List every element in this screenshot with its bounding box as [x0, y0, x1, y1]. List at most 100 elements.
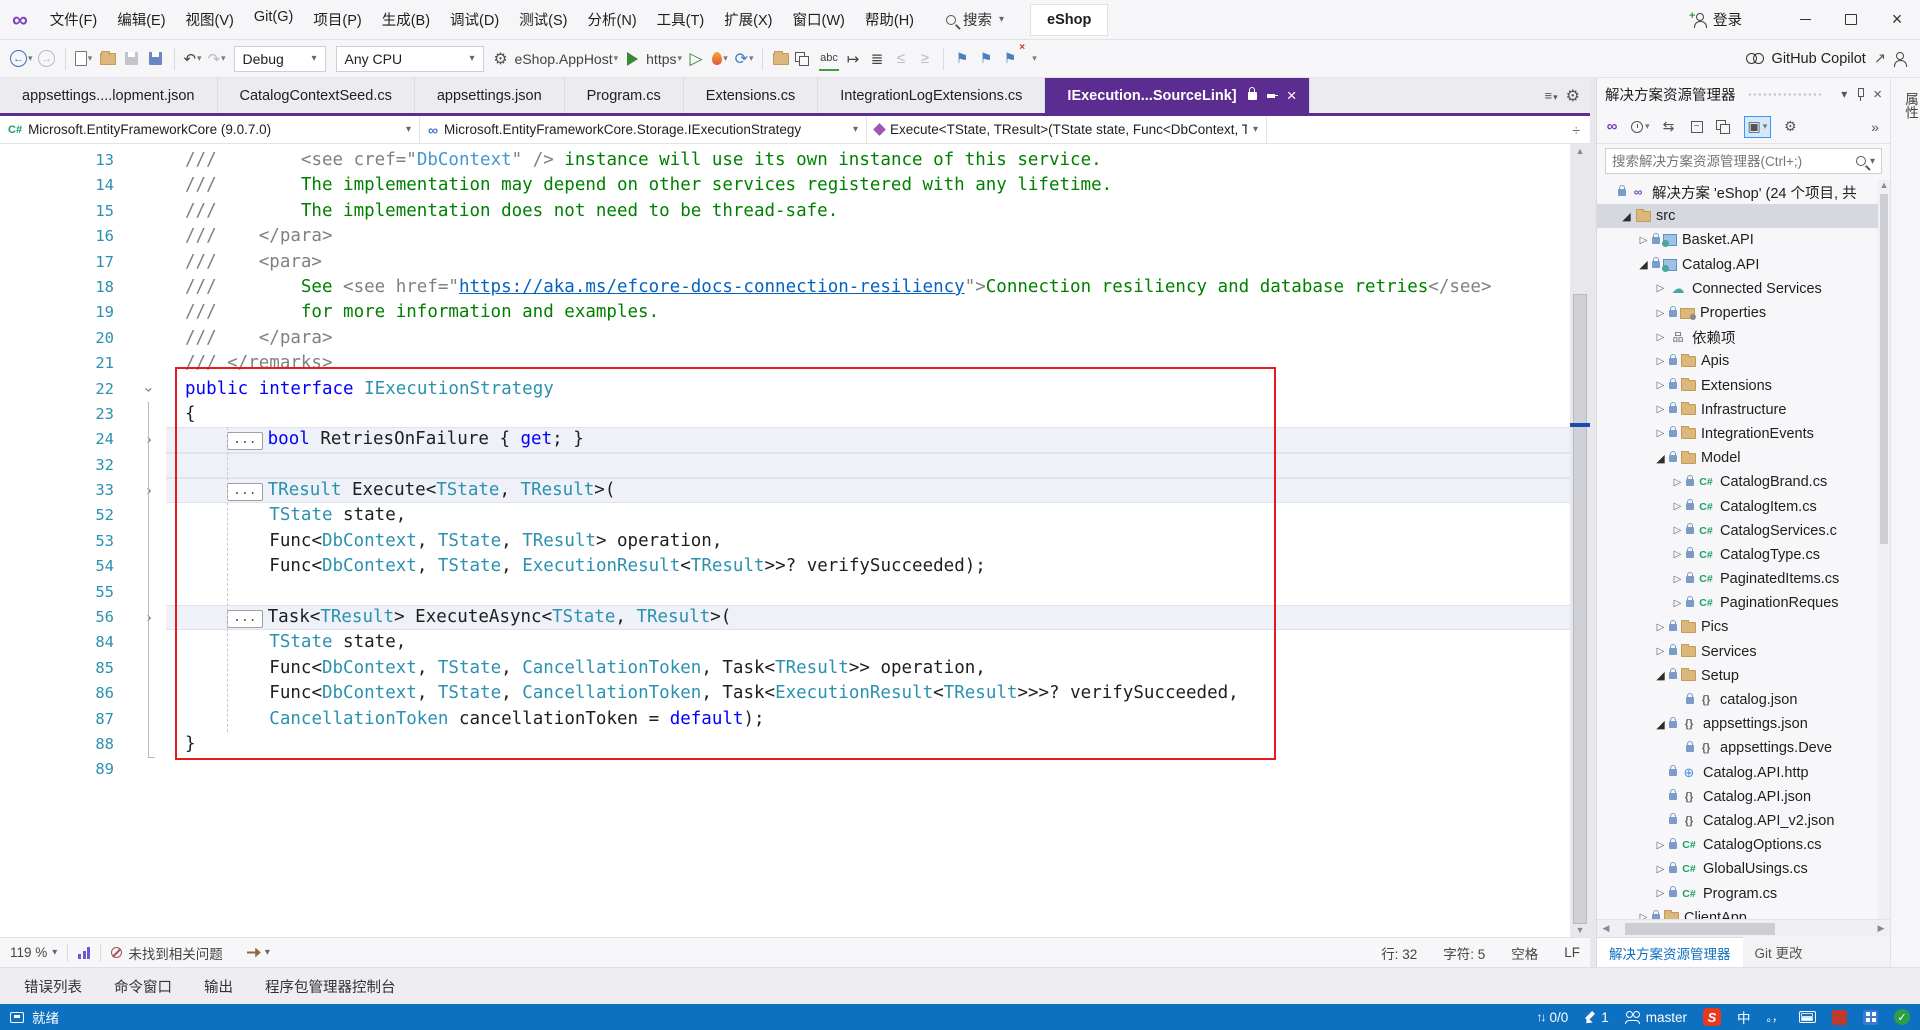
tree-item-26[interactable]: {} Catalog.API_v2.json	[1597, 809, 1890, 833]
maximize-button[interactable]	[1828, 0, 1874, 39]
navigate-cursor-icon[interactable]: ↦	[843, 47, 863, 71]
collapsed-arrow-icon[interactable]: ▷	[1652, 646, 1669, 657]
collapsed-arrow-icon[interactable]: ▷	[1652, 404, 1669, 415]
tree-item-28[interactable]: ▷ C# GlobalUsings.cs	[1597, 857, 1890, 881]
fold-collapsed-icon[interactable]: ›	[132, 605, 166, 630]
code-text[interactable]: /// </remarks>	[166, 351, 1570, 376]
collapsed-arrow-icon[interactable]: ▷	[1652, 356, 1669, 367]
collapsed-region-box[interactable]: ...	[227, 610, 263, 629]
code-editor[interactable]: 13 /// <see cref="DbContext" /> instance …	[0, 144, 1590, 937]
sign-in-button[interactable]: + 登录	[1689, 9, 1742, 30]
collapsed-arrow-icon[interactable]: ▷	[1669, 525, 1686, 536]
bookmark-icon[interactable]: ⚑	[952, 47, 972, 71]
dock-tab-1[interactable]: Git 更改	[1743, 937, 1815, 967]
bottom-panel-tab-1[interactable]: 命令窗口	[100, 972, 186, 1001]
collapse-all-icon[interactable]: −	[1688, 116, 1706, 138]
code-text[interactable]: public interface IExecutionStrategy	[166, 377, 1570, 402]
scrollbar-thumb[interactable]	[1625, 923, 1775, 935]
bottom-panel-tab-0[interactable]: 错误列表	[10, 972, 96, 1001]
breadcrumb-segment-2[interactable]: Execute<TState, TResult>(TState state, F…	[867, 116, 1267, 143]
copilot-share-icon[interactable]: ↗	[1874, 51, 1886, 67]
ime-toolbox-icon[interactable]	[1832, 1009, 1847, 1025]
tree-item-16[interactable]: ▷ C# PaginatedItems.cs	[1597, 567, 1890, 591]
pin-icon[interactable]	[1855, 87, 1865, 101]
clear-bookmarks-icon[interactable]: ⚑	[1000, 42, 1025, 71]
breadcrumb-segment-0[interactable]: C# Microsoft.EntityFrameworkCore (9.0.7.0…	[0, 116, 420, 143]
indent-decrease-icon[interactable]: ≤	[891, 47, 911, 71]
github-copilot-button[interactable]: GitHub Copilot ↗	[1745, 51, 1907, 67]
git-branch-button[interactable]: master	[1624, 1010, 1687, 1025]
menu-item-11[interactable]: 窗口(W)	[783, 5, 855, 34]
configuration-dropdown[interactable]: Debug ▾	[233, 45, 326, 72]
expanded-arrow-icon[interactable]: ◢	[1635, 258, 1652, 271]
tree-item-24[interactable]: ⊕ Catalog.API.http	[1597, 761, 1890, 785]
code-text[interactable]: }	[166, 732, 1570, 757]
tree-item-14[interactable]: ▷ C# CatalogServices.c	[1597, 519, 1890, 543]
tree-item-27[interactable]: ▷ C# CatalogOptions.cs	[1597, 833, 1890, 857]
find-in-files-icon[interactable]	[773, 50, 790, 65]
collapsed-arrow-icon[interactable]: ▷	[1652, 622, 1669, 633]
scroll-right-icon[interactable]: ▶	[1872, 923, 1890, 934]
code-cleanup-button[interactable]: ▾	[246, 947, 270, 958]
expanded-arrow-icon[interactable]: ◢	[1652, 718, 1669, 731]
code-text[interactable]: ... TResult Execute<TState, TResult>(	[166, 478, 1570, 504]
solution-search-input[interactable]	[1612, 153, 1856, 169]
collapsed-region-box[interactable]: ...	[227, 432, 263, 451]
scrollbar-thumb[interactable]	[1573, 294, 1587, 924]
collapsed-arrow-icon[interactable]: ▷	[1652, 428, 1669, 439]
code-text[interactable]: Func<DbContext, TState, ExecutionResult<…	[166, 554, 1570, 579]
menu-item-8[interactable]: 分析(N)	[578, 5, 647, 34]
tree-vertical-scrollbar[interactable]: ▲	[1878, 180, 1890, 919]
run-profile-dropdown[interactable]: https ▾	[646, 47, 682, 71]
code-text[interactable]: Func<DbContext, TState, TResult> operati…	[166, 529, 1570, 554]
tree-item-13[interactable]: ▷ C# CatalogItem.cs	[1597, 494, 1890, 518]
collapsed-arrow-icon[interactable]: ▷	[1652, 332, 1669, 343]
properties-vertical-tab[interactable]: 属性	[1891, 92, 1920, 119]
expanded-arrow-icon[interactable]: ◢	[1618, 210, 1635, 223]
code-text[interactable]: TState state,	[166, 630, 1570, 655]
sync-success-icon[interactable]: ✓	[1894, 1009, 1910, 1025]
code-text[interactable]: /// See <see href="https://aka.ms/efcore…	[166, 275, 1570, 300]
collapsed-arrow-icon[interactable]: ▷	[1652, 864, 1669, 875]
start-debug-icon[interactable]	[626, 51, 638, 66]
sync-with-active-document-icon[interactable]: ▣ ▾	[1743, 115, 1772, 138]
code-text[interactable]: /// The implementation may depend on oth…	[166, 173, 1570, 198]
collapsed-arrow-icon[interactable]: ▷	[1652, 308, 1669, 319]
start-without-debugging-icon[interactable]: ▷	[686, 47, 706, 71]
navigate-back-icon[interactable]: ←	[10, 50, 27, 67]
window-position-chevron-icon[interactable]: ▾	[1841, 87, 1847, 101]
collapsed-arrow-icon[interactable]: ▷	[1669, 501, 1686, 512]
code-text[interactable]	[166, 452, 1570, 479]
menu-item-1[interactable]: 编辑(E)	[107, 5, 175, 34]
document-tab-0[interactable]: appsettings....lopment.json	[0, 78, 218, 113]
tree-item-4[interactable]: ▷ ☁ Connected Services	[1597, 277, 1890, 301]
scroll-up-icon[interactable]: ▲	[1570, 146, 1590, 156]
soft-keyboard-icon[interactable]	[1799, 1011, 1816, 1023]
hot-reload-icon[interactable]	[712, 52, 723, 65]
tree-item-3[interactable]: ◢ Catalog.API	[1597, 253, 1890, 277]
menu-item-0[interactable]: 文件(F)	[40, 5, 108, 34]
expanded-arrow-icon[interactable]: ◢	[1652, 452, 1669, 465]
format-document-icon[interactable]: ≣	[867, 47, 887, 71]
copilot-person-icon[interactable]	[1894, 51, 1907, 67]
tree-item-9[interactable]: ▷ Infrastructure	[1597, 398, 1890, 422]
tree-item-11[interactable]: ◢ Model	[1597, 446, 1890, 470]
pending-changes-filter-icon[interactable]: ▾	[1631, 116, 1650, 138]
close-button[interactable]: ×	[1874, 0, 1920, 39]
menu-item-9[interactable]: 工具(T)	[647, 5, 715, 34]
code-text[interactable]: Func<DbContext, TState, CancellationToke…	[166, 681, 1570, 706]
menu-item-3[interactable]: Git(G)	[244, 5, 303, 34]
close-icon[interactable]: ×	[1873, 86, 1882, 103]
code-text[interactable]: ... bool RetriesOnFailure { get; }	[166, 427, 1570, 453]
scroll-up-icon[interactable]: ▲	[1878, 180, 1890, 190]
collapsed-arrow-icon[interactable]: ▷	[1652, 888, 1669, 899]
scroll-left-icon[interactable]: ◀	[1597, 923, 1615, 934]
tab-options-gear-icon[interactable]: ⚙	[1566, 86, 1580, 106]
document-tab-5[interactable]: IntegrationLogExtensions.cs	[818, 78, 1046, 113]
git-sync-button[interactable]: ↑↓ 0/0	[1536, 1010, 1568, 1025]
code-text[interactable]: /// <see cref="DbContext" /> instance wi…	[166, 148, 1570, 173]
new-window-icon[interactable]	[795, 52, 815, 66]
fold-expanded-icon[interactable]: ›	[136, 372, 161, 406]
document-tab-1[interactable]: CatalogContextSeed.cs	[218, 78, 415, 113]
tree-item-8[interactable]: ▷ Extensions	[1597, 374, 1890, 398]
